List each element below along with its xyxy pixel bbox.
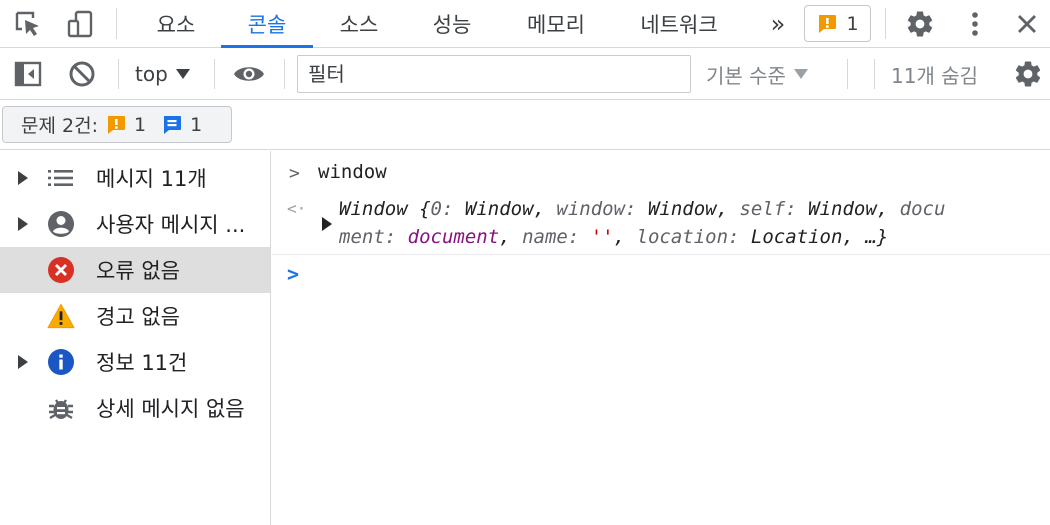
issues-count: 1 [846,12,859,35]
console-prompt-caret-icon[interactable]: > [287,262,299,286]
context-label: top [135,62,168,86]
sidebar-item-label: 오류 없음 [96,259,180,283]
settings-gear-icon[interactable] [902,0,938,47]
chevron-down-icon [793,69,808,79]
info-message-icon [164,115,182,134]
sidebar-item-label: 상세 메시지 없음 [96,397,245,421]
console-sidebar: 메시지 11개 사용자 메시지 ... 오류 없음 경고 없음 정보 11건 상… [0,151,271,525]
clear-console-icon[interactable] [64,48,100,100]
log-levels-dropdown[interactable]: 기본 수준 [706,48,808,100]
list-icon [47,164,75,192]
sidebar-item-errors[interactable]: 오류 없음 [0,247,270,293]
device-toolbar-icon[interactable] [62,0,98,47]
tab-elements[interactable]: 요소 [139,0,213,47]
inspect-element-icon[interactable] [10,0,46,47]
more-tabs-icon[interactable]: » [760,0,796,47]
console-input-echo: > window [272,151,1050,193]
info-icon [47,348,75,376]
bug-icon [47,394,75,422]
chevron-down-icon [175,69,190,79]
levels-label: 기본 수준 [706,63,786,88]
warning-icon [47,302,75,330]
error-icon [47,256,75,284]
devtools-tab-bar: 요소 콘솔 소스 성능 메모리 네트워크 » 1 [0,0,1050,48]
divider [847,59,848,89]
sidebar-item-label: 정보 11건 [96,351,188,375]
tab-network[interactable]: 네트워크 [620,0,738,47]
expand-arrow-icon[interactable] [18,171,28,185]
issues-info-count: 1 [190,113,203,136]
input-prompt-icon: > [289,163,300,184]
expand-arrow-icon[interactable] [322,217,332,231]
tab-console[interactable]: 콘솔 [221,0,313,48]
expand-arrow-icon[interactable] [18,217,28,231]
filter-input[interactable] [297,55,691,93]
divider [284,59,285,89]
hidden-messages-count: 11개 숨김 [891,63,979,88]
warning-message-icon [107,115,125,134]
context-selector[interactable]: top [135,48,190,100]
sidebar-item-verbose[interactable]: 상세 메시지 없음 [0,385,270,431]
warning-message-icon [819,14,837,33]
sidebar-item-warnings[interactable]: 경고 없음 [0,293,270,339]
tab-performance[interactable]: 성능 [413,0,491,47]
issues-summary-button[interactable]: 문제 2건: 1 1 [2,106,232,143]
sidebar-item-messages[interactable]: 메시지 11개 [0,155,270,201]
sidebar-item-label: 경고 없음 [96,305,180,329]
more-options-icon[interactable] [958,0,992,47]
sidebar-item-label: 사용자 메시지 ... [96,213,246,237]
console-settings-gear-icon[interactable] [1010,48,1046,100]
sidebar-item-label: 메시지 11개 [96,167,207,191]
issues-summary-label: 문제 2건: [21,115,98,137]
sidebar-toggle-icon[interactable] [10,48,46,100]
sidebar-item-info[interactable]: 정보 11건 [0,339,270,385]
expand-arrow-icon[interactable] [18,355,28,369]
sidebar-item-user-messages[interactable]: 사용자 메시지 ... [0,201,270,247]
divider [214,59,215,89]
result-preview-line-1: Window {0: Window, window: Window, self:… [339,198,946,220]
command-text: window [318,161,387,183]
divider [118,59,119,89]
user-icon [47,210,75,238]
divider [885,8,886,39]
issues-counter-button[interactable]: 1 [804,5,871,42]
issues-warning-count: 1 [133,113,147,136]
divider [874,59,875,89]
console-messages[interactable]: > window <· Window {0: Window, window: W… [272,151,1050,525]
close-icon[interactable] [1010,0,1044,47]
live-expression-eye-icon[interactable] [230,48,268,100]
tab-memory[interactable]: 메모리 [507,0,605,47]
console-toolbar: top 기본 수준 11개 숨김 [0,48,1050,100]
result-arrow-icon: <· [287,199,307,218]
result-preview-line-2: ment: document, name: '', location: Loca… [339,226,889,248]
divider [116,8,117,39]
issues-bar: 문제 2건: 1 1 [0,100,1050,150]
console-result[interactable]: <· Window {0: Window, window: Window, se… [272,193,1050,255]
tab-sources[interactable]: 소스 [321,0,397,47]
